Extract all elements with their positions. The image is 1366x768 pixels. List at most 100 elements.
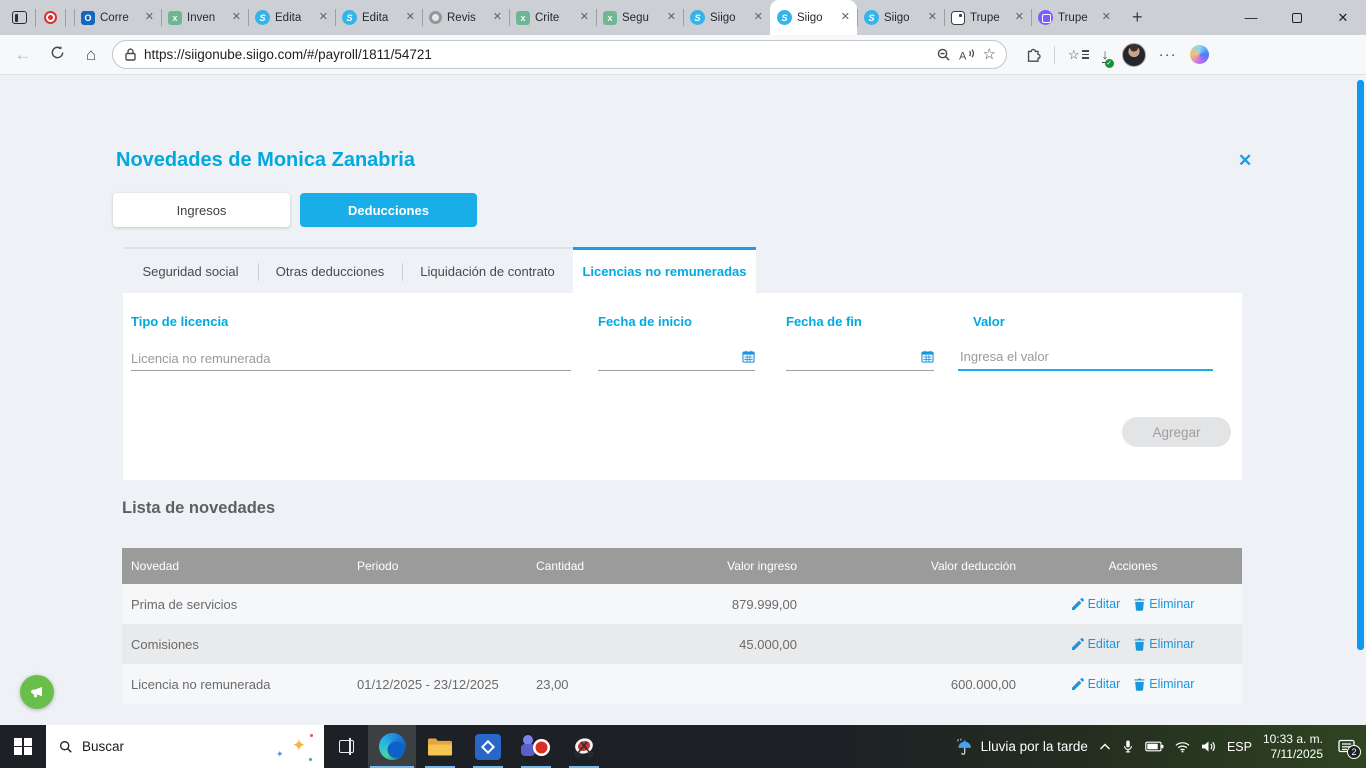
address-bar[interactable]: https://siigonube.siigo.com/#/payroll/18… [112,40,1007,69]
tab-close-icon[interactable]: ✕ [1102,12,1111,23]
taskbar-file-explorer[interactable] [416,725,464,768]
tab-close-icon[interactable]: ✕ [406,12,415,23]
favorite-star-icon[interactable]: ☆ [983,47,996,62]
window-maximize-button[interactable] [1274,0,1320,35]
deducciones-button[interactable]: Deducciones [300,193,477,227]
action-center-button[interactable]: 2 [1334,734,1361,760]
calendar-icon[interactable] [921,350,934,366]
deduction-subtabs: Seguridad social Otras deducciones Liqui… [123,247,756,293]
system-tray: Lluvia por la tarde ESP 10:33 a. m. 7/11… [955,725,1366,768]
favorites-bar-icon[interactable]: ☆ [1068,48,1089,61]
fecha-fin-label: Fecha de fin [786,314,862,329]
zoom-out-icon[interactable] [936,47,951,62]
settings-menu-icon[interactable]: ··· [1159,46,1177,63]
tab-layout-icon[interactable] [12,11,27,24]
taskbar-edge[interactable] [368,725,416,768]
tab-inventario[interactable]: x Inven ✕ [161,0,248,35]
new-tab-button[interactable]: + [1118,7,1157,28]
window-minimize-button[interactable]: — [1228,0,1274,35]
eliminar-link[interactable]: Eliminar [1134,637,1194,651]
tab-otras-deducciones[interactable]: Otras deducciones [258,247,402,293]
tab-trupe-1[interactable]: Trupe ✕ [944,0,1031,35]
tab-siigo-2[interactable]: S Siigo ✕ [857,0,944,35]
recording-indicator-icon[interactable] [44,11,57,24]
tab-liquidacion-contrato[interactable]: Liquidación de contrato [402,247,573,293]
agregar-button[interactable]: Agregar [1122,417,1231,447]
editar-link[interactable]: Editar [1071,677,1120,691]
editar-link[interactable]: Editar [1071,637,1120,651]
tab-close-icon[interactable]: ✕ [319,12,328,23]
extensions-icon[interactable] [1025,47,1041,63]
tab-close-icon[interactable]: ✕ [928,12,937,23]
tab-label: Trupe [1058,11,1088,24]
weather-text: Lluvia por la tarde [980,739,1088,754]
window-close-button[interactable]: ✕ [1320,0,1366,35]
divider [65,8,66,27]
screen: O Corre ✕ x Inven ✕ S Edita ✕ S Edita ✕ Revis ✕ x… [0,0,1366,768]
notification-badge: 2 [1347,744,1361,759]
battery-icon[interactable] [1145,741,1164,752]
language-indicator[interactable]: ESP [1227,740,1252,754]
tab-siigo-active[interactable]: S Siigo ✕ [770,0,857,35]
clock[interactable]: 10:33 a. m. 7/11/2025 [1263,732,1323,762]
volume-icon[interactable] [1201,740,1216,753]
fecha-inicio-field[interactable] [598,345,755,371]
cell-valor-ingreso: 879.999,00 [731,596,797,612]
tab-siigo-1[interactable]: S Siigo ✕ [683,0,770,35]
tab-close-icon[interactable]: ✕ [493,12,502,23]
ingresos-button[interactable]: Ingresos [113,193,290,227]
announcements-fab[interactable] [20,675,54,709]
home-icon[interactable]: ⌂ [78,45,104,65]
downloads-icon[interactable]: ↓ ✓ [1101,46,1114,68]
tab-close-icon[interactable]: ✕ [145,12,154,23]
eliminar-link[interactable]: Eliminar [1134,677,1194,691]
tab-close-icon[interactable]: ✕ [1015,12,1024,23]
tab-licencias-no-remuneradas[interactable]: Licencias no remuneradas [573,247,756,293]
copilot-icon[interactable] [1189,45,1209,64]
back-icon[interactable]: ← [10,45,36,65]
tab-siigo-editar-2[interactable]: S Edita ✕ [335,0,422,35]
tab-siigo-editar-1[interactable]: S Edita ✕ [248,0,335,35]
taskbar-search-box[interactable]: Buscar ✦ ✦ [46,725,324,768]
calendar-icon[interactable] [742,350,755,366]
valor-input[interactable] [958,345,1213,371]
cell-valor-ingreso: 45.000,00 [739,636,797,652]
taskbar-teams-recorder[interactable] [512,725,560,768]
tab-close-icon[interactable]: ✕ [580,12,589,23]
start-button[interactable] [0,725,46,768]
tab-close-icon[interactable]: ✕ [232,12,241,23]
refresh-icon[interactable] [44,45,70,65]
tab-close-icon[interactable]: ✕ [754,12,763,23]
fecha-fin-field[interactable] [786,345,934,371]
profile-avatar[interactable] [1121,42,1146,67]
tab-trupe-2[interactable]: Trupe ✕ [1031,0,1118,35]
microphone-icon[interactable] [1122,739,1134,754]
task-view-button[interactable] [324,725,368,768]
tab-seguridad[interactable]: x Segu ✕ [596,0,683,35]
page-scrollbar[interactable] [1357,80,1364,650]
eliminar-link[interactable]: Eliminar [1134,597,1194,611]
weather-widget[interactable]: Lluvia por la tarde [955,737,1088,756]
tipo-licencia-select[interactable]: Licencia no remunerada [131,345,571,371]
browser-toolbar: ← ⌂ https://siigonube.siigo.com/#/payrol… [0,35,1366,75]
lock-icon [125,48,136,61]
cell-novedad: Comisiones [131,636,199,652]
tab-close-icon[interactable]: ✕ [667,12,676,23]
tab-seguridad-social[interactable]: Seguridad social [123,247,258,293]
taskbar-diamond-app[interactable] [464,725,512,768]
eliminar-label: Eliminar [1149,677,1195,691]
tab-correo[interactable]: O Corre ✕ [74,0,161,35]
excel-favicon: x [603,10,617,25]
taskbar-snipping-tool[interactable] [560,725,608,768]
tray-chevron-up-icon[interactable] [1099,743,1111,751]
tab-label: Siigo [710,11,736,24]
read-aloud-icon[interactable]: A [959,48,975,62]
umbrella-rain-icon [956,737,971,755]
editar-link[interactable]: Editar [1071,597,1120,611]
tab-criterios[interactable]: x Crite ✕ [509,0,596,35]
tab-chatgpt[interactable]: Revis ✕ [422,0,509,35]
close-icon[interactable]: ✕ [1238,151,1252,171]
url-text[interactable]: https://siigonube.siigo.com/#/payroll/18… [144,47,928,62]
wifi-icon[interactable] [1175,741,1190,753]
tab-close-icon[interactable]: ✕ [841,12,850,23]
